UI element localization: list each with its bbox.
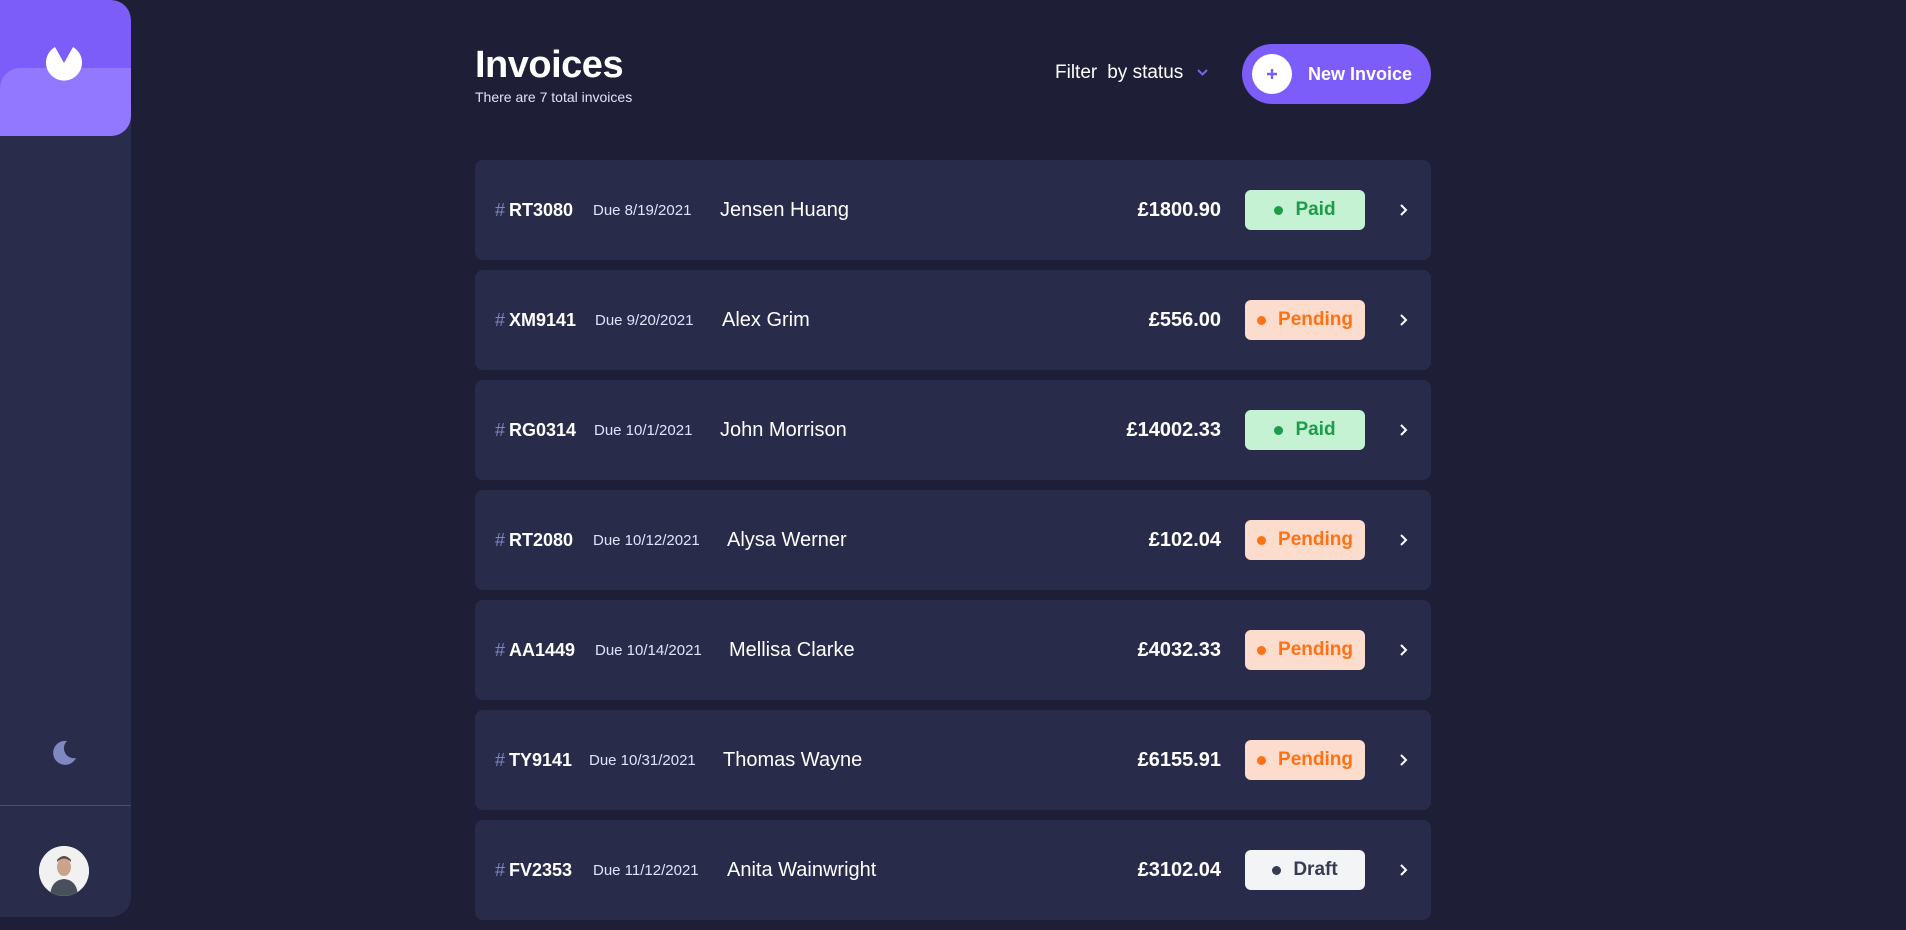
status-badge: Pending bbox=[1245, 300, 1365, 340]
invoice-client-name: Alysa Werner bbox=[727, 529, 847, 551]
chevron-right-icon bbox=[1400, 314, 1408, 326]
chevron-right-icon bbox=[1400, 644, 1408, 656]
logo[interactable] bbox=[0, 0, 131, 136]
invoice-due-date: Due 10/12/2021 bbox=[593, 532, 700, 549]
invoice-client-name: Anita Wainwright bbox=[727, 859, 877, 881]
status-label: Draft bbox=[1293, 859, 1338, 880]
theme-toggle-button[interactable] bbox=[49, 738, 79, 768]
invoice-id-value: RG0314 bbox=[509, 420, 577, 440]
invoice-id-value: RT2080 bbox=[509, 530, 574, 550]
invoice-client-name: Jensen Huang bbox=[720, 199, 849, 221]
invoice-due-date: Due 11/12/2021 bbox=[593, 862, 699, 879]
invoice-row[interactable]: # AA1449 Due 10/14/2021 Mellisa Clarke £4… bbox=[475, 600, 1431, 700]
invoice-list: # RT3080 Due 8/19/2021 Jensen Huang £1800… bbox=[475, 160, 1431, 930]
invoice-id: # FV2353 bbox=[495, 860, 572, 881]
invoice-amount: £14002.33 bbox=[1126, 419, 1221, 441]
chevron-right-icon bbox=[1400, 534, 1408, 546]
invoice-row[interactable]: # TY9141 Due 10/31/2021 Thomas Wayne £615… bbox=[475, 710, 1431, 810]
chevron-down-icon bbox=[1197, 68, 1208, 76]
user-photo-icon bbox=[39, 846, 89, 896]
moon-icon bbox=[53, 740, 76, 765]
hash-symbol: # bbox=[495, 310, 506, 330]
invoice-id: # XM9141 bbox=[495, 310, 576, 331]
chevron-right-icon bbox=[1400, 864, 1408, 876]
chevron-right-icon bbox=[1400, 204, 1408, 216]
invoice-row[interactable]: # RG0314 Due 10/1/2021 John Morrison £140… bbox=[475, 380, 1431, 480]
invoice-client-name: Thomas Wayne bbox=[723, 749, 863, 771]
status-dot bbox=[1257, 755, 1267, 765]
invoice-due-date: Due 9/20/2021 bbox=[595, 312, 694, 329]
invoice-id-value: AA1449 bbox=[509, 640, 576, 660]
invoice-id-value: TY9141 bbox=[509, 750, 573, 770]
status-dot bbox=[1257, 535, 1267, 545]
new-invoice-button[interactable]: New Invoice bbox=[1242, 44, 1431, 104]
invoice-due-date: Due 10/14/2021 bbox=[595, 642, 702, 659]
logo-icon bbox=[46, 47, 82, 81]
plus-icon bbox=[1267, 69, 1277, 79]
status-badge: Pending bbox=[1245, 520, 1365, 560]
status-label: Paid bbox=[1295, 419, 1336, 440]
status-dot bbox=[1274, 205, 1284, 215]
invoice-amount: £3102.04 bbox=[1137, 859, 1221, 881]
status-dot bbox=[1257, 645, 1267, 655]
invoice-id: # RT2080 bbox=[495, 530, 573, 551]
status-label: Pending bbox=[1278, 639, 1353, 660]
invoice-count: There are 7 total invoices bbox=[475, 89, 633, 105]
hash-symbol: # bbox=[495, 860, 506, 880]
status-badge: Draft bbox=[1245, 850, 1365, 890]
plus-circle bbox=[1252, 54, 1292, 94]
status-label: Pending bbox=[1278, 529, 1353, 550]
new-invoice-label: New Invoice bbox=[1308, 63, 1413, 84]
status-dot bbox=[1257, 315, 1267, 325]
sidebar-divider bbox=[0, 805, 131, 806]
invoice-client-name: Mellisa Clarke bbox=[729, 639, 855, 661]
invoice-id-value: RT3080 bbox=[509, 200, 574, 220]
invoice-row[interactable]: # FV2353 Due 11/12/2021 Anita Wainwright … bbox=[475, 820, 1431, 920]
invoice-amount: £6155.91 bbox=[1137, 749, 1221, 771]
page-title: Invoices bbox=[475, 44, 624, 86]
hash-symbol: # bbox=[495, 530, 506, 550]
invoice-client-name: Alex Grim bbox=[722, 309, 810, 331]
filter-label: Filter bbox=[1055, 62, 1098, 83]
hash-symbol: # bbox=[495, 200, 506, 220]
invoice-amount: £102.04 bbox=[1148, 529, 1221, 551]
invoice-row[interactable]: # RT2080 Due 10/12/2021 Alysa Werner £102… bbox=[475, 490, 1431, 590]
invoice-id: # AA1449 bbox=[495, 640, 575, 661]
status-label: Pending bbox=[1278, 309, 1353, 330]
status-label: Paid bbox=[1295, 199, 1336, 220]
invoice-amount: £4032.33 bbox=[1137, 639, 1221, 661]
invoice-due-date: Due 10/1/2021 bbox=[594, 422, 693, 439]
status-badge: Paid bbox=[1245, 190, 1365, 230]
status-dot bbox=[1274, 425, 1284, 435]
sidebar bbox=[0, 0, 131, 917]
invoice-row[interactable]: # RT3080 Due 8/19/2021 Jensen Huang £1800… bbox=[475, 160, 1431, 260]
invoice-id: # RG0314 bbox=[495, 420, 576, 441]
invoice-id-value: XM9141 bbox=[509, 310, 577, 330]
filter-value: by status bbox=[1107, 62, 1184, 83]
status-badge: Pending bbox=[1245, 630, 1365, 670]
status-dot bbox=[1272, 865, 1282, 875]
chevron-right-icon bbox=[1400, 754, 1408, 766]
hash-symbol: # bbox=[495, 420, 506, 440]
status-badge: Paid bbox=[1245, 410, 1365, 450]
invoice-amount: £556.00 bbox=[1148, 309, 1221, 331]
invoice-id-value: FV2353 bbox=[509, 860, 573, 880]
invoice-id: # TY9141 bbox=[495, 750, 572, 771]
invoice-due-date: Due 10/31/2021 bbox=[589, 752, 696, 769]
hash-symbol: # bbox=[495, 750, 506, 770]
invoice-id: # RT3080 bbox=[495, 200, 573, 221]
invoice-due-date: Due 8/19/2021 bbox=[593, 202, 692, 219]
invoice-amount: £1800.90 bbox=[1137, 199, 1221, 221]
filter-dropdown[interactable]: Filter by status bbox=[1055, 62, 1208, 84]
chevron-right-icon bbox=[1400, 424, 1408, 436]
main-content: Invoices There are 7 total invoices Filt… bbox=[475, 0, 1431, 920]
invoice-client-name: John Morrison bbox=[720, 419, 847, 441]
invoice-row[interactable]: # XM9141 Due 9/20/2021 Alex Grim £556.00 … bbox=[475, 270, 1431, 370]
status-badge: Pending bbox=[1245, 740, 1365, 780]
avatar[interactable] bbox=[39, 846, 89, 896]
hash-symbol: # bbox=[495, 640, 506, 660]
status-label: Pending bbox=[1278, 749, 1353, 770]
